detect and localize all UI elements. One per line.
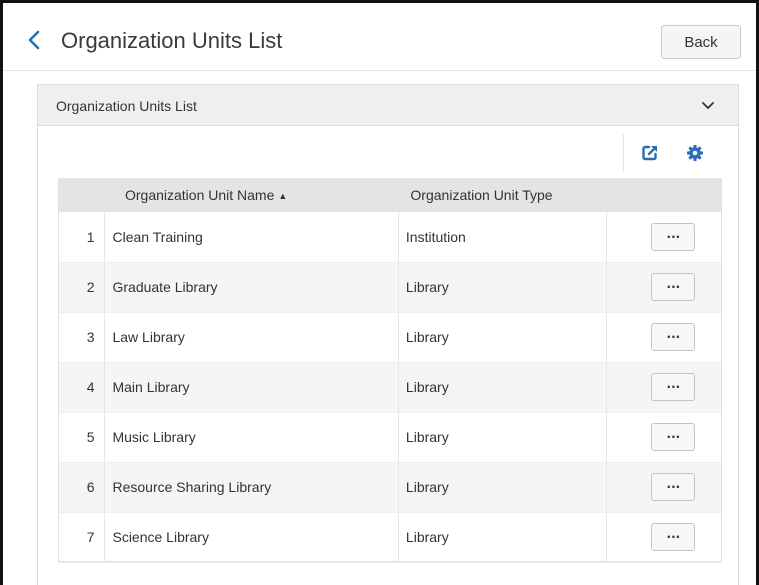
- page-title: Organization Units List: [61, 28, 283, 53]
- row-actions-button[interactable]: ···: [651, 523, 696, 551]
- row-actions-cell: ···: [606, 412, 722, 463]
- org-unit-type: Library: [398, 512, 607, 563]
- row-actions-cell: ···: [606, 212, 722, 263]
- table-row[interactable]: 3 Law Library Library ···: [58, 312, 722, 363]
- row-actions-button[interactable]: ···: [651, 373, 696, 401]
- org-unit-type: Library: [398, 412, 607, 463]
- row-actions-button[interactable]: ···: [651, 423, 696, 451]
- org-unit-name: Main Library: [104, 362, 399, 413]
- row-number: 6: [58, 462, 106, 513]
- table-row[interactable]: 4 Main Library Library ···: [58, 362, 722, 413]
- row-actions-cell: ···: [606, 312, 722, 363]
- org-unit-type: Institution: [398, 212, 607, 263]
- table-row[interactable]: 2 Graduate Library Library ···: [58, 262, 722, 313]
- app-window: Organization Units List Back Organizatio…: [0, 0, 759, 585]
- row-number: 1: [58, 212, 106, 263]
- back-button[interactable]: Back: [661, 25, 741, 59]
- table-row[interactable]: 1 Clean Training Institution ···: [58, 212, 722, 263]
- panel-header[interactable]: Organization Units List: [38, 85, 738, 126]
- table-row[interactable]: 5 Music Library Library ···: [58, 412, 722, 463]
- row-number: 5: [58, 412, 106, 463]
- org-unit-name: Resource Sharing Library: [104, 462, 399, 513]
- row-number: 3: [58, 312, 106, 363]
- export-icon[interactable]: [641, 144, 659, 162]
- panel-title: Organization Units List: [56, 98, 197, 114]
- chevron-left-icon[interactable]: [25, 29, 43, 51]
- row-number: 2: [58, 262, 106, 313]
- row-actions-button[interactable]: ···: [651, 473, 696, 501]
- org-unit-name: Clean Training: [104, 212, 399, 263]
- gear-icon[interactable]: [686, 144, 704, 162]
- table-header-row: Organization Unit Name ▲ Organization Uni…: [58, 178, 722, 212]
- row-number: 7: [58, 512, 106, 563]
- page-header: Organization Units List Back: [3, 3, 756, 71]
- org-units-table: Organization Unit Name ▲ Organization Uni…: [58, 178, 722, 563]
- row-actions-cell: ···: [606, 512, 722, 563]
- row-actions-button[interactable]: ···: [651, 273, 696, 301]
- sort-ascending-icon: ▲: [278, 191, 288, 201]
- actions-header: [606, 178, 722, 212]
- org-unit-name: Music Library: [104, 412, 399, 463]
- org-units-panel: Organization Units List Organization Uni…: [37, 84, 739, 585]
- row-actions-button[interactable]: ···: [651, 222, 696, 251]
- org-unit-name: Law Library: [104, 312, 399, 363]
- org-unit-name: Science Library: [104, 512, 399, 563]
- chevron-down-icon[interactable]: [700, 99, 716, 113]
- column-header-name[interactable]: Organization Unit Name ▲: [104, 178, 399, 212]
- table-row[interactable]: 6 Resource Sharing Library Library ···: [58, 462, 722, 513]
- org-unit-type: Library: [398, 262, 607, 313]
- org-unit-type: Library: [398, 462, 607, 513]
- row-actions-button[interactable]: ···: [651, 323, 696, 351]
- row-actions-cell: ···: [606, 262, 722, 313]
- table-row[interactable]: 7 Science Library Library ···: [58, 512, 722, 563]
- org-unit-type: Library: [398, 362, 607, 413]
- org-unit-type: Library: [398, 312, 607, 363]
- row-number-header: [58, 178, 105, 212]
- row-number: 4: [58, 362, 106, 413]
- row-actions-cell: ···: [606, 362, 722, 413]
- column-header-name-label: Organization Unit Name: [124, 187, 275, 203]
- toolbar-divider: [623, 134, 624, 172]
- row-actions-cell: ···: [606, 462, 722, 513]
- column-header-type[interactable]: Organization Unit Type: [398, 178, 607, 212]
- org-unit-name: Graduate Library: [104, 262, 399, 313]
